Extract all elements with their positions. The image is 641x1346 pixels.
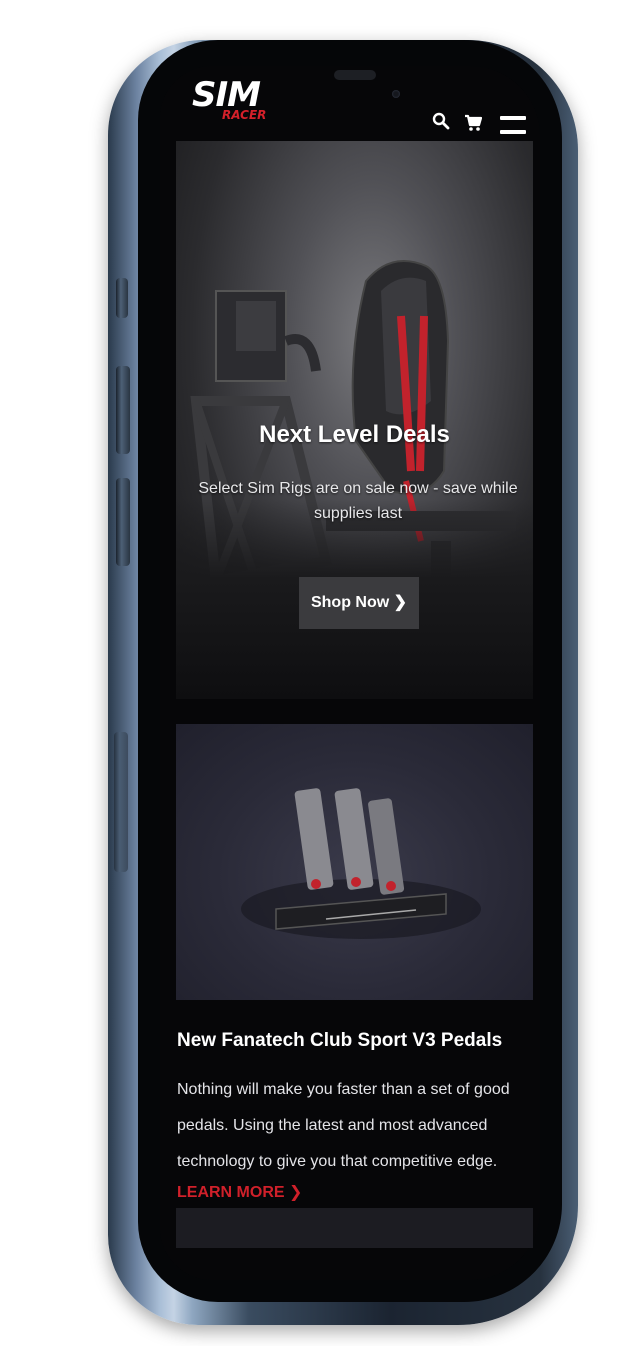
search-icon[interactable] <box>432 112 450 130</box>
hero-title: Next Level Deals <box>259 421 450 448</box>
silent-switch <box>116 278 128 318</box>
hero-subtitle: Select Sim Rigs are on sale now - save w… <box>198 480 518 522</box>
site-logo[interactable]: SIM RACER <box>192 78 278 126</box>
sim-tray <box>114 732 128 872</box>
volume-up-button <box>116 366 130 454</box>
logo-main-text: SIM <box>192 75 261 115</box>
pedals-image <box>241 788 481 939</box>
phone-mockup: SIM RACER Next Level Deals Select Sim Ri… <box>0 0 641 1346</box>
front-camera <box>392 90 400 98</box>
product-image[interactable] <box>176 724 533 1000</box>
speaker-grille <box>334 70 376 80</box>
learn-more-link[interactable]: LEARN MORE ❯ <box>177 1180 302 1206</box>
volume-down-button <box>116 478 130 566</box>
product-title[interactable]: New Fanatech Club Sport V3 Pedals <box>177 1028 537 1054</box>
product-description: Nothing will make you faster than a set … <box>177 1081 510 1170</box>
next-card-preview <box>176 1208 533 1248</box>
shop-now-button[interactable]: Shop Now ❯ <box>299 577 419 629</box>
logo-sub-text: RACER <box>222 108 267 122</box>
cart-icon[interactable] <box>464 114 483 132</box>
